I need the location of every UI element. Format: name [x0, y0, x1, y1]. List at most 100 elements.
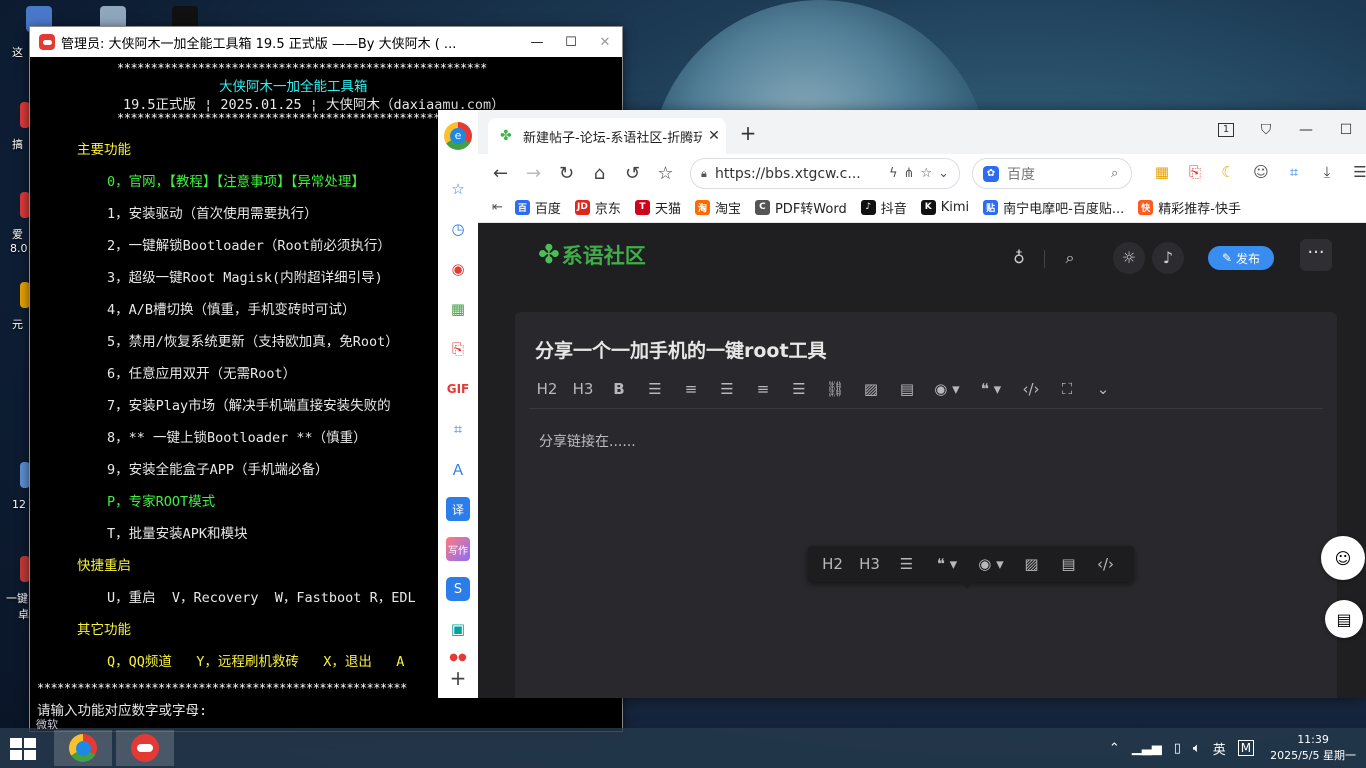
- bookmark-item[interactable]: 淘淘宝: [694, 198, 741, 217]
- share-icon[interactable]: ⋔: [904, 166, 915, 181]
- search-icon[interactable]: ⌕: [1057, 245, 1083, 271]
- ai-write-icon[interactable]: 写作: [446, 537, 470, 561]
- sidebar-toggle-icon[interactable]: ⇤: [492, 200, 503, 215]
- fullscreen-icon[interactable]: ⛶: [1049, 375, 1085, 403]
- ime-mode[interactable]: M: [1237, 740, 1255, 756]
- bookmark-item[interactable]: C PDF转Word: [754, 198, 847, 217]
- heading2-button[interactable]: H2: [814, 550, 851, 578]
- align-right-icon[interactable]: ☰: [781, 375, 817, 403]
- favorite-star-icon[interactable]: ☆: [920, 166, 932, 181]
- undo-close-icon[interactable]: ↺: [616, 158, 649, 188]
- chevron-down-icon[interactable]: ⌄: [1085, 375, 1121, 403]
- notification-bell-icon[interactable]: ♪: [1152, 242, 1184, 274]
- text-recognize-icon[interactable]: Ａ: [446, 457, 470, 481]
- tab-count-button[interactable]: 1: [1206, 116, 1246, 144]
- star-favorites-icon[interactable]: ☆: [446, 177, 470, 201]
- menu-icon[interactable]: ☰: [1348, 160, 1366, 184]
- console-titlebar[interactable]: 管理员: 大侠阿木一加全能工具箱 19.5 正式版 ——By 大侠阿木 ( ..…: [30, 27, 622, 57]
- record-icon[interactable]: ◉: [446, 257, 470, 281]
- bullet-list-icon[interactable]: ☰: [888, 550, 925, 578]
- link-icon[interactable]: ⛓: [817, 375, 853, 403]
- tab-new-post[interactable]: ✤ 新建帖子-论坛-系语社区-折腾玩 ✕: [488, 118, 726, 154]
- add-icon[interactable]: +: [446, 666, 470, 690]
- network-icon[interactable]: ▁▃▅: [1132, 741, 1162, 756]
- image-icon[interactable]: ▨: [853, 375, 889, 403]
- show-hidden-icons[interactable]: ⌃: [1109, 741, 1120, 756]
- taskbar-oneplus-app[interactable]: [116, 730, 174, 766]
- browser-logo-icon[interactable]: e: [444, 122, 472, 150]
- ime-language[interactable]: 英: [1213, 739, 1226, 758]
- quote-icon[interactable]: ❝ ▾: [925, 550, 969, 578]
- input-prompt[interactable]: 请输入功能对应数字或字母:: [37, 699, 207, 719]
- back-arrow-icon[interactable]: ←: [484, 158, 517, 188]
- pdf-icon[interactable]: ⎘: [446, 337, 470, 361]
- bold-button[interactable]: B: [601, 375, 637, 403]
- history-clock-icon[interactable]: ◷: [446, 217, 470, 241]
- reload-icon[interactable]: ↻: [550, 158, 583, 188]
- crop-icon[interactable]: ⌗: [446, 417, 470, 441]
- quote-icon[interactable]: ❝ ▾: [969, 375, 1013, 403]
- visibility-eye-icon[interactable]: ◉ ▾: [925, 375, 969, 403]
- bookmark-item[interactable]: K Kimi: [920, 198, 969, 217]
- search-icon[interactable]: ⌕: [1111, 166, 1131, 181]
- site-logo[interactable]: ✤ 系语社区: [538, 240, 646, 270]
- image-icon[interactable]: ▨: [1013, 550, 1050, 578]
- windows-start-button[interactable]: [10, 738, 38, 760]
- bookmark-star-icon[interactable]: ☆: [649, 158, 682, 188]
- night-mode-icon[interactable]: ☾: [1216, 160, 1240, 184]
- code-icon[interactable]: ‹/›: [1087, 550, 1124, 578]
- ai-assistant-icon[interactable]: ☺: [1321, 536, 1365, 580]
- new-tab-button[interactable]: +: [736, 122, 760, 146]
- clock[interactable]: 11:39 2025/5/5 星期一: [1270, 732, 1356, 764]
- chevron-down-icon[interactable]: ⌄: [938, 166, 949, 181]
- gif-icon[interactable]: GIF: [446, 377, 470, 401]
- minimize-button[interactable]: —: [1286, 116, 1326, 144]
- theme-settings-icon[interactable]: ☼: [1113, 242, 1145, 274]
- align-left-icon[interactable]: ☰: [709, 375, 745, 403]
- bookmark-item[interactable]: T 天猫: [634, 198, 681, 217]
- post-editor[interactable]: 分享一个一加手机的一键root工具 H2 H3 B ☰ ≡ ☰ ≡ ☰ ⛓ ▨ …: [515, 312, 1337, 698]
- heading2-button[interactable]: H2: [529, 375, 565, 403]
- bookmark-item[interactable]: 贴南宁电摩吧-百度贴...: [983, 198, 1124, 217]
- bookmark-item[interactable]: 百百度: [514, 198, 561, 217]
- code-icon[interactable]: ‹/›: [1013, 375, 1049, 403]
- post-title[interactable]: 分享一个一加手机的一键root工具: [535, 336, 827, 363]
- translate-icon[interactable]: 译: [446, 497, 470, 521]
- browser-window[interactable]: e ☆ ◷ ◉ ▦ ⎘ GIF ⌗ Ａ 译 写作 S ▣ ●● + ✤ 新建帖子…: [438, 110, 1366, 698]
- bookmark-item[interactable]: ♪ 抖音: [860, 198, 907, 217]
- video-icon[interactable]: ▤: [889, 375, 925, 403]
- align-center-icon[interactable]: ≡: [745, 375, 781, 403]
- home-icon[interactable]: ⌂: [583, 158, 616, 188]
- lightbulb-icon[interactable]: ♁: [1006, 245, 1032, 271]
- url-text[interactable]: https://bbs.xtgcw.c...: [715, 166, 889, 182]
- feedback-form-icon[interactable]: ▤: [1325, 600, 1363, 638]
- phone-icon[interactable]: ▯: [1174, 741, 1181, 756]
- bookmark-item[interactable]: 快精彩推荐-快手: [1138, 198, 1241, 217]
- maximize-button[interactable]: ☐: [1326, 116, 1366, 144]
- visibility-eye-icon[interactable]: ◉ ▾: [969, 550, 1013, 578]
- editor-content[interactable]: 分享链接在......: [539, 431, 636, 451]
- screen-icon[interactable]: ▣: [446, 617, 470, 641]
- ai-robot-icon[interactable]: ☺: [1249, 160, 1273, 184]
- screenshot-crop-icon[interactable]: ⌗: [1282, 160, 1306, 184]
- skin-shirt-icon[interactable]: ⛉: [1246, 116, 1286, 144]
- search-placeholder[interactable]: 百度: [1007, 164, 1111, 184]
- pdf-tool-icon[interactable]: ⎘: [1183, 160, 1207, 184]
- bookmark-item[interactable]: JD 京东: [574, 198, 621, 217]
- volume-icon[interactable]: 🔈︎: [1193, 741, 1201, 756]
- video-icon[interactable]: ▤: [1050, 550, 1087, 578]
- more-menu-button[interactable]: ···: [1300, 239, 1332, 271]
- forward-arrow-icon[interactable]: →: [517, 158, 550, 188]
- lightning-icon[interactable]: ϟ: [889, 166, 898, 181]
- publish-button[interactable]: ✎ 发布: [1208, 246, 1274, 270]
- apps-grid-icon[interactable]: ▦: [1150, 160, 1174, 184]
- heading3-button[interactable]: H3: [565, 375, 601, 403]
- download-icon[interactable]: ⤓: [1315, 160, 1339, 184]
- minimize-button[interactable]: —: [520, 27, 554, 57]
- address-bar[interactable]: 🔒︎ https://bbs.xtgcw.c... ϟ ⋔ ☆ ⌄: [690, 158, 960, 189]
- maximize-button[interactable]: ☐: [554, 27, 588, 57]
- app-icon[interactable]: S: [446, 577, 470, 601]
- tab-close-icon[interactable]: ✕: [702, 128, 726, 144]
- qr-code-icon[interactable]: ▦: [446, 297, 470, 321]
- close-button[interactable]: ✕: [588, 27, 622, 57]
